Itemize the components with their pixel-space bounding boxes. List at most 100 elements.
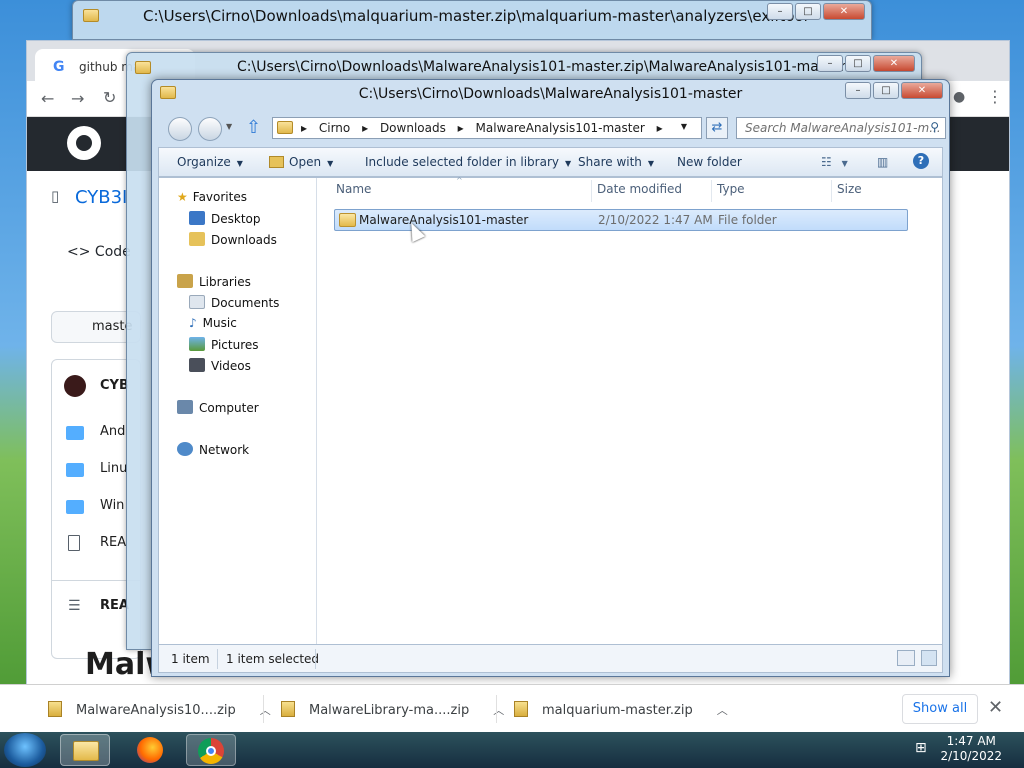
network-tray-icon[interactable]: ⊞ [915,740,927,756]
firefox-taskbar-button[interactable] [126,734,176,766]
close-icon[interactable]: ✕ [988,697,1003,718]
column-header-date[interactable]: Date modified [597,182,682,196]
divider [315,649,316,669]
file-link[interactable]: Linu [100,461,127,476]
background-window-exiftool[interactable]: C:\Users\Cirno\Downloads\malquarium-mast… [72,0,872,40]
file-link[interactable]: And [100,424,125,439]
nav-pictures[interactable]: Pictures [189,337,259,352]
breadcrumb-separator-icon: ▸ [301,121,308,135]
close-icon[interactable]: ✕ [901,82,943,99]
download-item[interactable]: malquarium-master.zip ︿ [514,701,728,718]
file-type: File folder [718,213,777,227]
column-header-size[interactable]: Size [837,182,862,196]
clock[interactable]: 1:47 AM 2/10/2022 [940,734,1002,764]
navigation-pane: ★ Favorites Desktop Downloads Libraries D… [159,178,317,644]
profile-icon[interactable]: ● [953,89,965,105]
desktop-icon [189,211,205,225]
window-title: C:\Users\Cirno\Downloads\MalwareAnalysis… [237,59,846,75]
large-icons-view-icon[interactable] [921,650,937,666]
download-name: MalwareLibrary-ma....zip [309,703,470,718]
nav-downloads[interactable]: Downloads [189,232,277,247]
selected-count: 1 item selected [226,652,320,666]
zip-file-icon [514,701,528,717]
close-icon[interactable]: ✕ [873,55,915,72]
share-label: Share with [578,155,642,169]
readme-label: REA [100,598,129,613]
file-link[interactable]: Win [100,498,124,513]
documents-icon [189,295,205,309]
videos-icon [189,358,205,372]
github-logo-icon[interactable] [67,126,101,160]
search-input[interactable]: Search MalwareAnalysis101-m... ⚲ [736,117,946,139]
details-view-icon[interactable] [897,650,915,666]
organize-button[interactable]: Organize ▼ [177,155,243,169]
view-options-icon[interactable]: ☷ ▼ [821,155,848,169]
back-icon[interactable]: ← [41,89,54,108]
dropdown-icon: ▼ [327,159,334,168]
downloads-icon [189,232,205,246]
repo-title[interactable]: CYB3I [75,187,127,208]
breadcrumb-item[interactable]: MalwareAnalysis101-master [476,121,645,135]
downloads-bar: MalwareAnalysis10....zip ︿ MalwareLibrary… [0,684,1024,732]
explorer-taskbar-button[interactable] [60,734,110,766]
forward-icon[interactable]: → [71,89,84,108]
address-dropdown-icon[interactable]: ▼ [681,122,687,131]
new-folder-button[interactable]: New folder [677,155,742,169]
clock-date: 2/10/2022 [940,749,1002,763]
download-item[interactable]: MalwareAnalysis10....zip ︿ [48,701,271,718]
column-header-name[interactable]: Name [336,182,371,196]
folder-icon [277,121,293,134]
nav-favorites[interactable]: ★ Favorites [177,190,247,204]
share-with-button[interactable]: Share with ▼ [578,155,654,169]
nav-videos[interactable]: Videos [189,358,251,373]
window-title: C:\Users\Cirno\Downloads\malquarium-mast… [143,7,808,25]
start-button[interactable] [4,733,46,767]
nav-documents[interactable]: Documents [189,295,279,310]
show-all-button[interactable]: Show all [902,694,978,724]
maximize-icon[interactable]: □ [873,82,899,99]
nav-computer[interactable]: Computer [177,400,259,415]
nav-label: Music [202,316,237,330]
code-tab[interactable]: <> Code [67,244,131,260]
breadcrumb-item[interactable]: Downloads [380,121,446,135]
chrome-taskbar-button[interactable] [186,734,236,766]
breadcrumb-item[interactable]: Cirno [319,121,350,135]
open-button[interactable]: Open ▼ [269,155,333,169]
maximize-icon[interactable]: □ [795,3,821,20]
minimize-icon[interactable]: – [767,3,793,20]
star-icon: ★ [177,190,188,204]
include-label: Include selected folder in library [365,155,559,169]
minimize-icon[interactable]: – [845,82,871,99]
chevron-up-icon[interactable]: ︿ [493,704,504,717]
nav-desktop[interactable]: Desktop [189,211,261,226]
reload-icon[interactable]: ↻ [103,88,116,107]
refresh-button[interactable]: ⇄ [706,117,728,139]
close-icon[interactable]: ✕ [823,3,865,20]
owner-name[interactable]: CYB [100,378,129,393]
up-arrow-icon[interactable]: ⇧ [246,117,261,138]
nav-music[interactable]: ♪ Music [189,316,237,330]
download-item[interactable]: MalwareLibrary-ma....zip ︿ [281,701,504,718]
chevron-up-icon[interactable]: ︿ [717,704,728,717]
nav-network[interactable]: Network [177,442,249,457]
file-link[interactable]: REA [100,535,126,550]
column-header-type[interactable]: Type [717,182,745,196]
minimize-icon[interactable]: – [817,55,843,72]
google-icon: G [53,59,65,75]
file-list: ^ Name Date modified Type Size MalwareAn… [318,176,942,644]
download-name: malquarium-master.zip [542,703,693,718]
maximize-icon[interactable]: □ [845,55,871,72]
recent-pages-icon[interactable]: ▼ [226,122,232,131]
item-count: 1 item [171,652,210,666]
explorer-window: C:\Users\Cirno\Downloads\MalwareAnalysis… [151,79,950,677]
chevron-up-icon[interactable]: ︿ [260,704,271,717]
help-icon[interactable]: ? [913,153,929,169]
menu-icon[interactable]: ⋮ [987,87,1003,106]
nav-label: Desktop [211,212,261,226]
include-in-library-button[interactable]: Include selected folder in library ▼ [365,155,571,169]
forward-button[interactable] [198,117,222,141]
preview-pane-icon[interactable]: ▥ [877,155,888,169]
back-button[interactable] [168,117,192,141]
address-bar[interactable]: ▸ Cirno ▸ Downloads ▸ MalwareAnalysis101… [272,117,702,139]
nav-libraries[interactable]: Libraries [177,274,251,289]
